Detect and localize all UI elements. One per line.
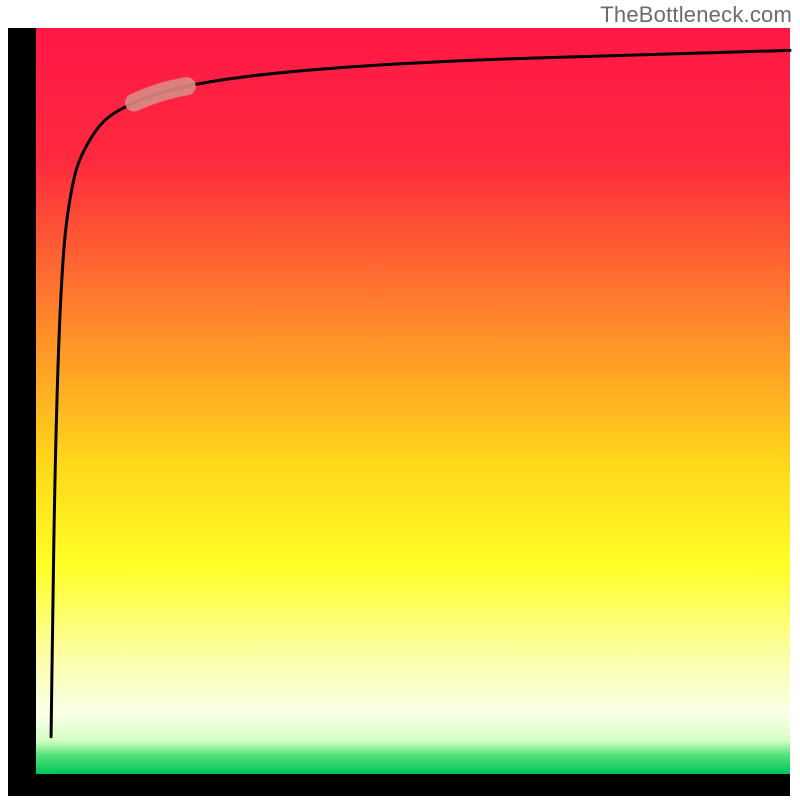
y-axis	[8, 28, 36, 794]
x-axis	[8, 774, 790, 796]
watermark-label: TheBottleneck.com	[600, 2, 792, 28]
chart-container: TheBottleneck.com	[0, 0, 800, 800]
bottleneck-chart	[0, 0, 800, 800]
plot-background	[36, 28, 790, 774]
